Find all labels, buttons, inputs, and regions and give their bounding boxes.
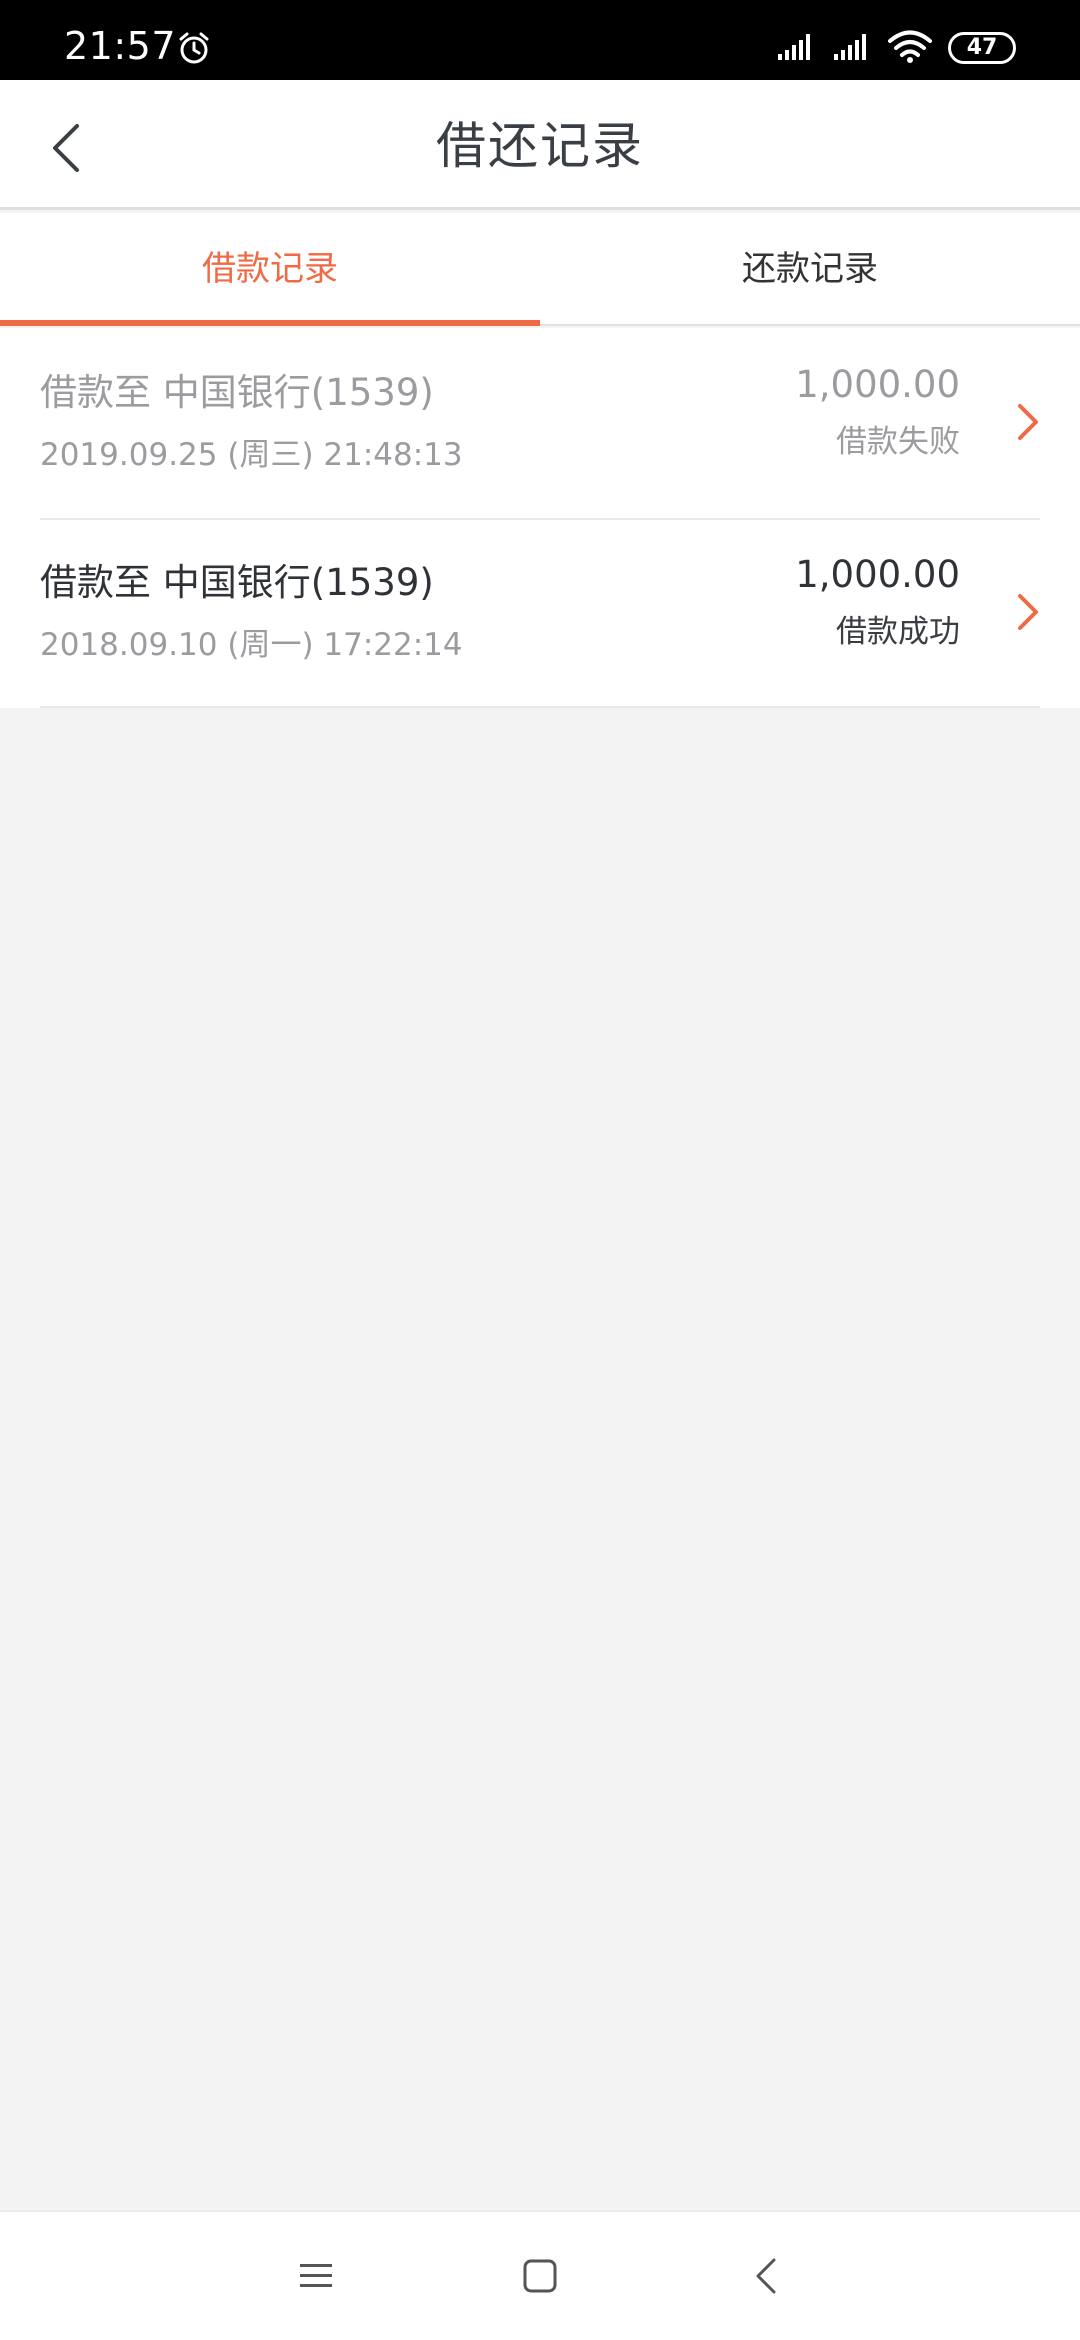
app-header: 借还记录 — [0, 80, 1080, 210]
alarm-icon — [179, 32, 209, 64]
tab-repay-records[interactable]: 还款记录 — [540, 213, 1080, 324]
record-destination: 借款至 中国银行(1539) — [40, 371, 434, 414]
tab-bar: 借款记录 还款记录 — [0, 213, 1080, 326]
signal-icon-2 — [834, 34, 866, 60]
menu-button[interactable] — [280, 2240, 352, 2312]
record-datetime: 2018.09.10 (周一) 17:22:14 — [40, 627, 463, 663]
record-item[interactable]: 借款至 中国银行(1539) 2019.09.25 (周三) 21:48:13 … — [0, 328, 1080, 518]
menu-icon — [300, 2264, 332, 2287]
record-list: 借款至 中国银行(1539) 2019.09.25 (周三) 21:48:13 … — [0, 328, 1080, 708]
status-bar: 21:57 47 — [0, 0, 1080, 80]
record-datetime: 2019.09.25 (周三) 21:48:13 — [40, 437, 463, 473]
signal-icon — [778, 34, 810, 60]
tab-borrow-records[interactable]: 借款记录 — [0, 213, 540, 326]
record-amount: 1,000.00 — [795, 363, 960, 406]
chevron-right-icon — [1018, 594, 1038, 630]
chevron-right-icon — [1018, 404, 1038, 440]
home-button[interactable] — [504, 2240, 576, 2312]
record-item[interactable]: 借款至 中国银行(1539) 2018.09.10 (周一) 17:22:14 … — [0, 518, 1080, 708]
battery-level: 47 — [966, 35, 998, 60]
record-destination: 借款至 中国银行(1539) — [40, 561, 434, 604]
record-amount: 1,000.00 — [795, 553, 960, 596]
back-icon — [756, 2258, 776, 2294]
record-status: 借款失败 — [836, 424, 960, 460]
record-status: 借款成功 — [836, 614, 960, 650]
wifi-icon — [888, 30, 932, 63]
page-title: 借还记录 — [436, 117, 644, 175]
battery-icon: 47 — [948, 32, 1016, 64]
home-icon — [523, 2259, 557, 2293]
status-time: 21:57 — [64, 24, 177, 68]
system-nav-bar — [0, 2210, 1080, 2340]
system-back-button[interactable] — [730, 2240, 802, 2312]
